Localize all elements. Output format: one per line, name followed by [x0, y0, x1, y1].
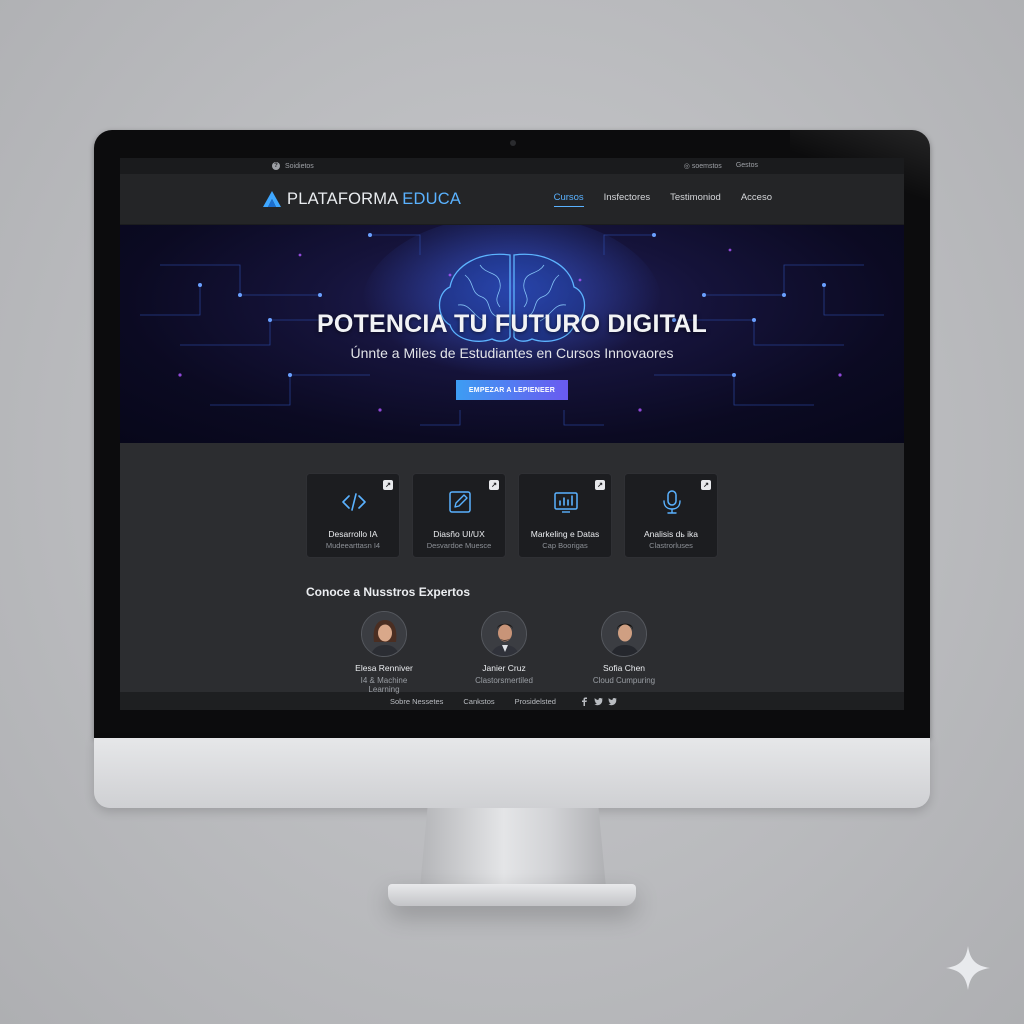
course-card-marketing[interactable]: ↗ Markeling e Datas Cap Boorigas [518, 473, 612, 558]
course-card-ia[interactable]: ↗ Desarrollo IA Mudeearttasn I4 [306, 473, 400, 558]
course-card-title: Analisis dь ika [643, 529, 699, 539]
brand-name-accent: EDUCA [402, 189, 462, 208]
monitor-stand-neck [420, 808, 606, 888]
footer-link-about[interactable]: Sobre Nessetes [390, 697, 443, 706]
course-card-uiux[interactable]: ↗ Diasño UI/UX Desvardoe Muesce [412, 473, 506, 558]
main-content: ↗ Desarrollo IA Mudeearttasn I4 ↗ Diasño… [120, 443, 904, 694]
nav-item-testimonios[interactable]: Testimoniod [670, 192, 721, 207]
external-link-icon[interactable]: ↗ [595, 480, 605, 490]
nav-item-cursos[interactable]: Cursos [553, 192, 584, 207]
utility-right: ◎ soemstos Gestos [684, 162, 758, 170]
course-card-title: Markeling e Datas [530, 529, 600, 539]
avatar[interactable] [601, 611, 647, 657]
experts-list: Elesa Renniver I4 & Machine Learning Jan… [344, 611, 664, 694]
primary-nav: Cursos Insfectores Testimoniod Acceso [553, 192, 772, 207]
sparkle-icon [946, 946, 990, 990]
avatar-photo-woman [362, 612, 406, 656]
triangle-logo-icon [263, 191, 281, 207]
site-footer: Sobre Nessetes Cankstos Prosidelsted [120, 692, 904, 710]
expert-name: Janier Cruz [482, 663, 526, 673]
monitor-stand-base [388, 884, 636, 906]
footer-link-privacy[interactable]: Prosidelsted [515, 697, 556, 706]
expert-name: Sofia Chen [602, 663, 646, 673]
expert-role: Cloud Cumpuring [592, 676, 656, 685]
expert-role: Clastorsmertiled [475, 676, 533, 685]
microphone-icon [663, 490, 681, 514]
hero-subtitle: Únnte a Miles de Estudiantes en Cursos I… [350, 345, 674, 361]
external-link-icon[interactable]: ↗ [383, 480, 393, 490]
avatar-photo-man [602, 612, 646, 656]
nav-item-insfectores[interactable]: Insfectores [604, 192, 650, 207]
nav-item-acceso[interactable]: Acceso [741, 192, 772, 207]
utility-left: ? Soidietos [272, 162, 314, 170]
website-screen: ? Soidietos ◎ soemstos Gestos PLATAFORMA… [120, 158, 904, 710]
course-card-title: Diasño UI/UX [433, 529, 485, 539]
expert-card[interactable]: Elesa Renniver I4 & Machine Learning [344, 611, 424, 694]
utility-link-gestos[interactable]: Gestos [736, 162, 758, 170]
avatar[interactable] [361, 611, 407, 657]
course-card-title: Desarrollo IA [328, 529, 378, 539]
course-card-subtitle: Mudeearttasn I4 [325, 541, 381, 550]
avatar-photo-man [482, 612, 526, 656]
experts-heading: Conoce a Nusstros Expertos [306, 585, 471, 599]
external-link-icon[interactable]: ↗ [489, 480, 499, 490]
expert-card[interactable]: Janier Cruz Clastorsmertiled [464, 611, 544, 694]
hero-title: POTENCIA TU FUTURO DIGITAL [317, 310, 707, 338]
course-card-subtitle: Desvardoe Muesce [426, 541, 492, 550]
footer-link-contacts[interactable]: Cankstos [463, 697, 494, 706]
course-cards: ↗ Desarrollo IA Mudeearttasn I4 ↗ Diasño… [306, 473, 718, 558]
twitter-icon[interactable] [594, 697, 603, 706]
monitor-chin [94, 738, 930, 808]
analytics-chart-icon [554, 492, 578, 513]
utility-link-settings[interactable]: ◎ soemstos [684, 162, 722, 170]
start-learning-button[interactable]: EMPEZAR A LEPIENEER [456, 380, 568, 400]
twitter-icon[interactable] [608, 697, 617, 706]
utility-bar: ? Soidietos ◎ soemstos Gestos [120, 158, 904, 174]
expert-role: I4 & Machine Learning [360, 676, 408, 694]
facebook-icon[interactable] [580, 697, 589, 706]
brand[interactable]: PLATAFORMA EDUCA [262, 190, 461, 209]
main-navbar: PLATAFORMA EDUCA Cursos Insfectores Test… [120, 174, 904, 225]
question-icon[interactable]: ? [272, 162, 280, 170]
social-links [580, 697, 617, 706]
code-icon [342, 493, 366, 511]
camera-icon [510, 140, 516, 146]
brand-name-main: PLATAFORMA [287, 189, 398, 208]
avatar[interactable] [481, 611, 527, 657]
expert-card[interactable]: Sofia Chen Cloud Cumpuring [584, 611, 664, 694]
course-card-subtitle: Cap Boorigas [542, 541, 588, 550]
utility-left-text[interactable]: Soidietos [285, 163, 314, 170]
hero-banner: POTENCIA TU FUTURO DIGITAL Únnte a Miles… [120, 225, 904, 443]
design-edit-icon [449, 491, 471, 513]
brand-name: PLATAFORMA EDUCA [287, 190, 461, 209]
course-card-analisis[interactable]: ↗ Analisis dь ika Clastrorluses [624, 473, 718, 558]
external-link-icon[interactable]: ↗ [701, 480, 711, 490]
expert-name: Elesa Renniver [355, 663, 413, 673]
course-card-subtitle: Clastrorluses [649, 541, 693, 550]
